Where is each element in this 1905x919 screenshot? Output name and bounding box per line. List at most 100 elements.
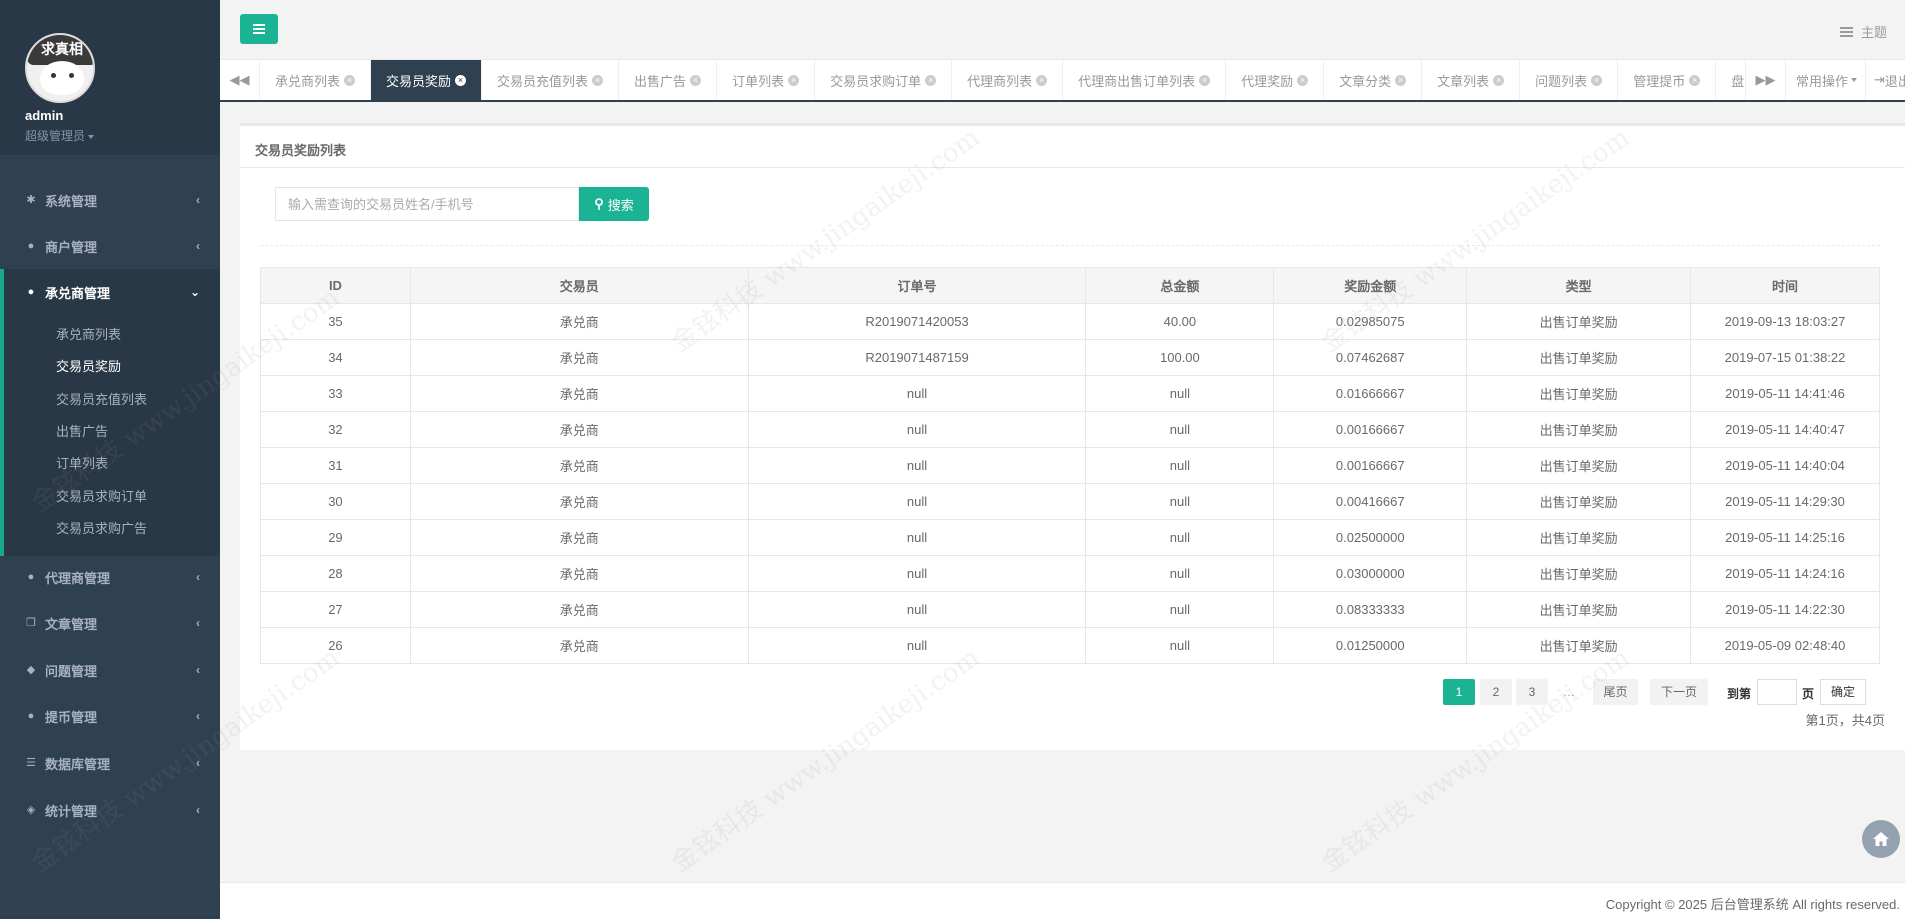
tab-order-list[interactable]: 订单列表 ×	[717, 60, 816, 100]
tab-article-list[interactable]: 文章列表 ×	[1422, 60, 1521, 100]
search-input[interactable]	[275, 187, 579, 221]
cell-order-no: null	[747, 483, 1087, 520]
cell-reward: 0.07462687	[1273, 339, 1468, 376]
tab-trader-reward[interactable]: 交易员奖励 ×	[371, 60, 483, 100]
next-page-button[interactable]: 下一页	[1650, 679, 1708, 705]
logout-button[interactable]: ⇥退出	[1865, 60, 1905, 100]
page-1-button[interactable]: 1	[1443, 679, 1475, 705]
common-ops-dropdown[interactable]: 常用操作	[1784, 60, 1865, 100]
sidebar-item-withdraw[interactable]: ● 提币管理 ‹	[0, 693, 220, 739]
column-header-reward[interactable]: 奖励金额	[1273, 267, 1468, 304]
table-row[interactable]: 30 承兑商 null null 0.00416667 出售订单奖励 2019-05-11 …	[260, 483, 1880, 520]
cell-id: 35	[260, 303, 411, 340]
sidebar-item-label: 提币管理	[45, 709, 98, 725]
tab-acceptor-list[interactable]: 承兑商列表 ×	[260, 60, 372, 100]
bars-icon	[253, 28, 265, 30]
tab-buy-order[interactable]: 交易员求购订单 ×	[815, 60, 953, 100]
home-button[interactable]	[1862, 820, 1900, 858]
table-row[interactable]: 35 承兑商 R2019071420053 40.00 0.02985075 出售订单奖励…	[260, 303, 1880, 340]
tab-agent-sell-orders[interactable]: 代理商出售订单列表 ×	[1063, 60, 1227, 100]
column-header-order-no[interactable]: 订单号	[747, 267, 1087, 304]
caret-down-icon	[88, 134, 95, 139]
column-header-type[interactable]: 类型	[1466, 267, 1692, 304]
table-row[interactable]: 28 承兑商 null null 0.03000000 出售订单奖励 2019-05-11 …	[260, 555, 1880, 592]
menu-toggle-button[interactable]	[240, 14, 278, 44]
close-icon[interactable]: ×	[925, 74, 937, 86]
submenu-item-buy-ad[interactable]: 交易员求购广告	[56, 518, 147, 537]
submenu-item-trader-reward[interactable]: 交易员奖励	[56, 356, 121, 375]
sidebar-item-article[interactable]: ❐ 文章管理 ‹	[0, 600, 220, 646]
tab-trader-recharge[interactable]: 交易员充值列表 ×	[482, 60, 620, 100]
search-bar: ⚲搜索	[275, 187, 649, 221]
sidebar: 求真相 admin 超级管理员 ✱ 系统管理 ‹ ● 商户管理 ‹ ● 承兑商管理 ⌄ 承兑…	[0, 0, 220, 919]
submenu-item-order-list[interactable]: 订单列表	[56, 453, 108, 472]
sidebar-item-merchant[interactable]: ● 商户管理 ‹	[0, 223, 220, 269]
cell-trader: 承兑商	[409, 591, 749, 628]
cell-trader: 承兑商	[409, 303, 749, 340]
close-icon[interactable]: ×	[690, 74, 702, 86]
role-dropdown[interactable]: 超级管理员	[25, 127, 95, 144]
table-row[interactable]: 27 承兑商 null null 0.08333333 出售订单奖励 2019-05-11 …	[260, 591, 1880, 628]
avatar[interactable]: 求真相	[25, 33, 95, 103]
cell-reward: 0.01250000	[1273, 627, 1468, 664]
table-row[interactable]: 33 承兑商 null null 0.01666667 出售订单奖励 2019-05-11 …	[260, 375, 1880, 412]
close-icon[interactable]: ×	[344, 74, 356, 86]
close-icon[interactable]: ×	[1493, 74, 1505, 86]
submenu-item-trader-recharge[interactable]: 交易员充值列表	[56, 389, 147, 408]
tab-sell-ad[interactable]: 出售广告 ×	[619, 60, 718, 100]
close-icon[interactable]: ×	[788, 74, 800, 86]
close-icon[interactable]: ×	[1689, 74, 1701, 86]
tab-scroll-right-button[interactable]: ▶▶	[1744, 60, 1785, 100]
column-header-total[interactable]: 总金额	[1085, 267, 1275, 304]
tab-question-list[interactable]: 问题列表 ×	[1520, 60, 1619, 100]
cell-id: 29	[260, 519, 411, 556]
close-icon[interactable]: ×	[1199, 74, 1211, 86]
sidebar-item-database[interactable]: ☰ 数据库管理 ‹	[0, 740, 220, 786]
tab-agent-reward[interactable]: 代理奖励 ×	[1226, 60, 1325, 100]
search-button[interactable]: ⚲ 搜索	[579, 187, 649, 221]
tab-scroll-left-button[interactable]: ◀◀	[220, 60, 260, 100]
column-header-time[interactable]: 时间	[1690, 267, 1880, 304]
chevron-left-icon: ‹	[196, 803, 200, 817]
user-icon: ●	[27, 286, 35, 298]
table-row[interactable]: 34 承兑商 R2019071487159 100.00 0.07462687 出售订单奖…	[260, 339, 1880, 376]
close-icon[interactable]: ×	[1036, 74, 1048, 86]
close-icon[interactable]: ×	[455, 74, 467, 86]
table-row[interactable]: 26 承兑商 null null 0.01250000 出售订单奖励 2019-05-09 …	[260, 627, 1880, 664]
divider	[260, 245, 1880, 246]
last-page-button[interactable]: 尾页	[1593, 679, 1638, 705]
close-icon[interactable]: ×	[1297, 74, 1309, 86]
sidebar-item-stats[interactable]: ◈ 统计管理 ‹	[0, 787, 220, 833]
sidebar-item-label: 统计管理	[45, 803, 98, 819]
column-header-trader[interactable]: 交易员	[409, 267, 749, 304]
submenu-item-sell-ad[interactable]: 出售广告	[56, 421, 108, 440]
cell-id: 33	[260, 375, 411, 412]
cell-type: 出售订单奖励	[1466, 519, 1692, 556]
goto-page-input[interactable]	[1757, 679, 1797, 705]
cell-time: 2019-05-09 02:48:40	[1690, 627, 1880, 664]
tabs: 承兑商列表 × 交易员奖励 × 交易员充值列表 × 出售广告 × 订单列表 × 交易员求购订单 × 代理…	[260, 60, 1761, 100]
close-icon[interactable]: ×	[592, 74, 604, 86]
tab-article-category[interactable]: 文章分类 ×	[1324, 60, 1423, 100]
sidebar-item-system[interactable]: ✱ 系统管理 ‹	[0, 177, 220, 223]
page-2-button[interactable]: 2	[1480, 679, 1512, 705]
table-row[interactable]: 31 承兑商 null null 0.00166667 出售订单奖励 2019-05-11 …	[260, 447, 1880, 484]
sidebar-item-agent[interactable]: ● 代理商管理 ‹	[0, 554, 220, 600]
tab-agent-list[interactable]: 代理商列表 ×	[952, 60, 1064, 100]
goto-confirm-button[interactable]: 确定	[1820, 679, 1866, 705]
table-row[interactable]: 32 承兑商 null null 0.00166667 出售订单奖励 2019-05-11 …	[260, 411, 1880, 448]
close-icon[interactable]: ×	[1395, 74, 1407, 86]
submenu-acceptor: 承兑商列表 交易员奖励 交易员充值列表 出售广告 订单列表 交易员求购订单 交易…	[0, 311, 220, 556]
submenu-item-buy-order[interactable]: 交易员求购订单	[56, 486, 147, 505]
sidebar-item-question[interactable]: ◆ 问题管理 ‹	[0, 647, 220, 693]
column-header-id[interactable]: ID	[260, 267, 411, 304]
table-row[interactable]: 29 承兑商 null null 0.02500000 出售订单奖励 2019-05-11 …	[260, 519, 1880, 556]
tab-admin-withdraw[interactable]: 管理提币 ×	[1618, 60, 1717, 100]
submenu-item-acceptor-list[interactable]: 承兑商列表	[56, 324, 121, 343]
cell-order-no: null	[747, 447, 1087, 484]
close-icon[interactable]: ×	[1591, 74, 1603, 86]
theme-button[interactable]: 主题	[1839, 22, 1887, 41]
comment-icon: ◆	[26, 664, 36, 676]
sidebar-item-acceptor[interactable]: ● 承兑商管理 ⌄	[0, 269, 220, 315]
page-3-button[interactable]: 3	[1516, 679, 1548, 705]
